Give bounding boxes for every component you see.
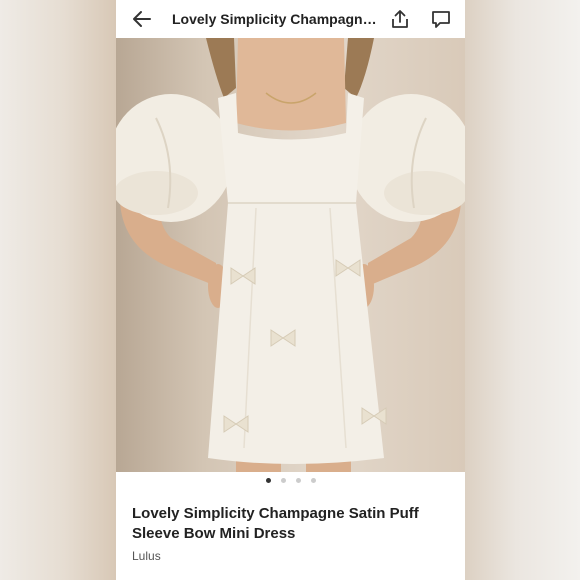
comment-button[interactable] [427, 5, 455, 33]
background-left [0, 0, 116, 580]
pagination-dot[interactable] [280, 478, 286, 483]
comment-icon [432, 11, 450, 28]
page-title: Lovely Simplicity Champagne Satin Puff S… [172, 11, 377, 27]
brand-link[interactable]: Lulus [132, 549, 161, 563]
share-button[interactable] [386, 5, 414, 33]
background-right [464, 0, 580, 580]
app-screen: Lovely Simplicity Champagne Satin Puff S… [116, 0, 465, 580]
back-button[interactable] [128, 5, 156, 33]
product-photo[interactable] [116, 38, 465, 472]
pagination-dot[interactable] [295, 478, 301, 483]
pagination-dot[interactable] [310, 478, 316, 483]
dress-illustration [116, 38, 465, 472]
pagination-dot[interactable] [265, 478, 271, 483]
top-bar: Lovely Simplicity Champagne Satin Puff S… [116, 0, 465, 38]
share-icon [392, 10, 408, 28]
back-arrow-icon [133, 11, 151, 27]
gallery-pagination[interactable] [116, 478, 465, 488]
product-name: Lovely Simplicity Champagne Satin Puff S… [132, 505, 419, 542]
